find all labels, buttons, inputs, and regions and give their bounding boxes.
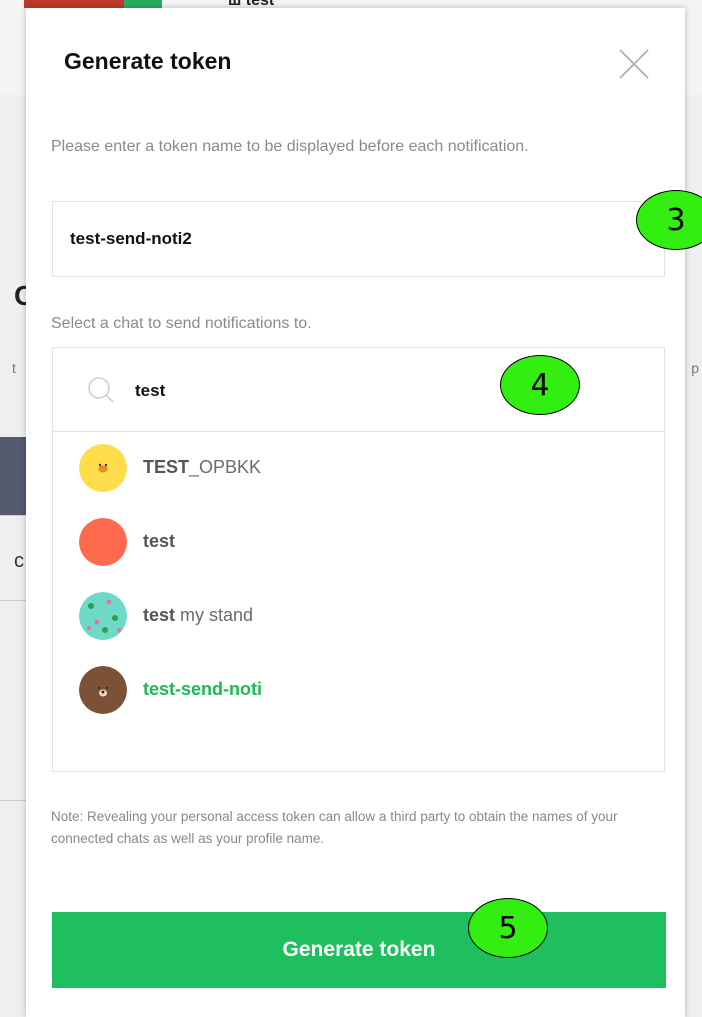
chat-item[interactable]: test my stand	[53, 579, 664, 653]
chat-name-rest: my stand	[175, 605, 254, 625]
chat-name: test-send-noti	[143, 679, 262, 700]
chat-name-rest: _OPBKK	[189, 457, 262, 477]
chat-name-match: test-send-noti	[143, 679, 262, 699]
background-dark-block	[0, 437, 26, 515]
brown-bear-icon	[79, 666, 127, 714]
close-icon[interactable]	[616, 46, 652, 82]
background-text-fragment: t	[12, 360, 16, 376]
background-divider	[0, 800, 26, 801]
chat-name-match: TEST	[143, 457, 190, 477]
chat-search-input[interactable]	[133, 370, 517, 412]
background-text-fragment: c	[14, 550, 24, 572]
chat-selector: TEST_OPBKK test	[52, 347, 665, 772]
chat-item[interactable]: TEST_OPBKK	[53, 431, 664, 505]
background-red-chip	[24, 0, 124, 8]
background-divider	[0, 600, 26, 601]
orange-circle-avatar	[79, 518, 127, 566]
generate-token-button[interactable]: Generate token	[52, 912, 666, 988]
chat-name: test my stand	[143, 605, 253, 626]
token-name-description: Please enter a token name to be displaye…	[51, 138, 529, 155]
background-divider	[0, 515, 26, 516]
background-green-chip	[124, 0, 162, 8]
chat-item-selected[interactable]: test-send-noti	[53, 653, 664, 727]
chat-name-match: test	[143, 605, 176, 625]
privacy-note: Note: Revealing your personal access tok…	[51, 809, 618, 846]
chat-name: TEST_OPBKK	[143, 457, 261, 478]
chat-name: test	[143, 531, 175, 552]
token-name-input[interactable]	[52, 201, 665, 277]
step-marker-4: 4	[500, 355, 580, 415]
chat-name-match: test	[143, 531, 176, 551]
dialog-title: Generate token	[64, 48, 232, 74]
teal-pattern-avatar	[79, 592, 127, 640]
background-text-fragment: p	[691, 360, 699, 376]
search-icon	[87, 376, 115, 404]
sally-chick-icon	[79, 444, 127, 492]
chat-select-label: Select a chat to send notifications to.	[51, 315, 312, 332]
step-marker-5: 5	[468, 898, 548, 958]
generate-token-dialog: Generate token Please enter a token name…	[26, 8, 685, 1017]
chat-item[interactable]: test	[53, 505, 664, 579]
